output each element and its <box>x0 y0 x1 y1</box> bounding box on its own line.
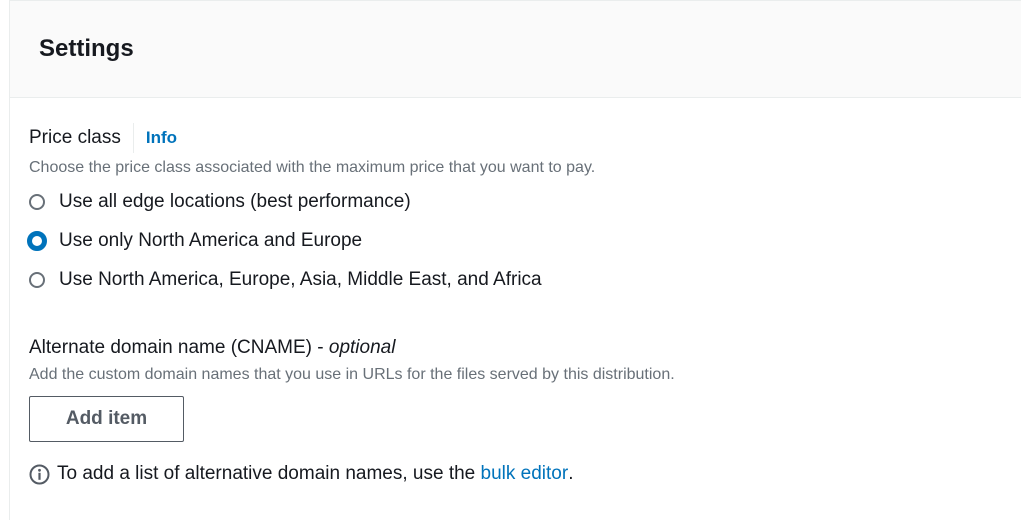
price-class-info-link[interactable]: Info <box>146 126 177 150</box>
cname-label: Alternate domain name (CNAME) - optional <box>29 336 395 360</box>
panel-header: Settings <box>10 1 1021 98</box>
price-class-field: Price class Info Choose the price class … <box>29 123 595 179</box>
page-title: Settings <box>39 35 134 62</box>
hint-text-prefix: To add a list of alternative domain name… <box>57 463 476 484</box>
radio-label: Use North America, Europe, Asia, Middle … <box>59 268 542 290</box>
bulk-editor-hint: To add a list of alternative domain name… <box>29 463 573 485</box>
price-class-label-row: Price class Info <box>29 123 595 153</box>
cname-field: Alternate domain name (CNAME) - optional… <box>29 336 675 386</box>
radio-label: Use all edge locations (best performance… <box>59 190 411 212</box>
price-class-label: Price class <box>29 127 121 148</box>
add-item-button[interactable]: Add item <box>29 396 184 442</box>
hint-text-suffix: . <box>568 463 574 484</box>
cname-label-row: Alternate domain name (CNAME) - optional <box>29 336 675 360</box>
label-divider <box>132 123 134 153</box>
info-circle-icon <box>29 464 50 484</box>
radio-option-all-edge-locations[interactable]: Use all edge locations (best performance… <box>29 182 542 221</box>
radio-option-na-eu-asia-me-africa[interactable]: Use North America, Europe, Asia, Middle … <box>29 260 542 299</box>
radio-label: Use only North America and Europe <box>59 229 363 251</box>
bulk-editor-link[interactable]: bulk editor <box>481 463 569 485</box>
radio-button-unchecked[interactable] <box>29 271 45 288</box>
radio-button-checked[interactable] <box>27 230 47 251</box>
cname-description: Add the custom domain names that you use… <box>29 366 675 383</box>
price-class-description: Choose the price class associated with t… <box>29 159 596 176</box>
price-class-radio-group: Use all edge locations (best performance… <box>27 182 542 299</box>
optional-label: optional <box>328 337 396 358</box>
radio-button-unchecked[interactable] <box>29 193 45 210</box>
radio-option-north-america-europe[interactable]: Use only North America and Europe <box>27 221 542 260</box>
cname-label-text: Alternate domain name (CNAME) - <box>29 337 329 358</box>
